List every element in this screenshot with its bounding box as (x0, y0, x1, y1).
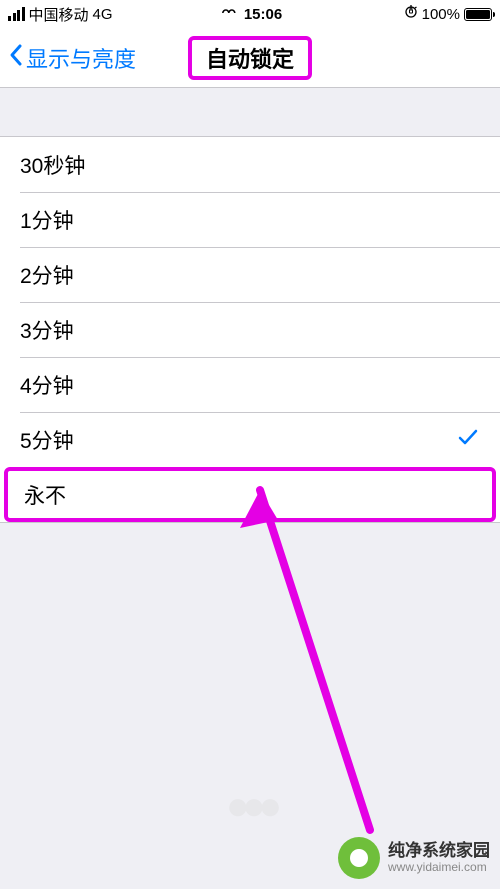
option-row[interactable]: 4分钟 (20, 357, 500, 412)
nav-bar: 显示与亮度 自动锁定 (0, 28, 500, 88)
option-label: 永不 (24, 480, 66, 510)
back-button[interactable]: 显示与亮度 (0, 42, 144, 74)
network-label: 4G (93, 6, 113, 23)
watermark-logo (338, 837, 380, 879)
watermark: 纯净系统家园 www.yidaimei.com (338, 837, 490, 879)
option-label: 2分钟 (20, 260, 74, 290)
nav-title-wrap: 自动锁定 (188, 36, 312, 80)
option-row[interactable]: 1分钟 (20, 192, 500, 247)
carrier-label: 中国移动 (29, 4, 89, 25)
faint-watermark: ●●● (226, 784, 274, 829)
hotspot-icon (218, 6, 238, 23)
options-list: 30秒钟 1分钟 2分钟 3分钟 4分钟 5分钟永不 (0, 136, 500, 523)
option-row[interactable]: 2分钟 (20, 247, 500, 302)
option-label: 5分钟 (20, 425, 74, 455)
option-label: 30秒钟 (20, 150, 85, 180)
watermark-url: www.yidaimei.com (388, 861, 490, 874)
checkmark-icon (456, 425, 480, 455)
orientation-lock-icon (404, 5, 418, 23)
option-row[interactable]: 30秒钟 (0, 137, 500, 192)
option-label: 4分钟 (20, 370, 74, 400)
battery-pct: 100% (422, 6, 460, 23)
status-left: 中国移动 4G (8, 4, 113, 25)
annotation-arrow (230, 470, 390, 850)
status-bar: 中国移动 4G 15:06 100% (0, 0, 500, 28)
signal-icon (8, 7, 25, 21)
option-row[interactable]: 3分钟 (20, 302, 500, 357)
back-label: 显示与亮度 (26, 42, 136, 74)
option-row[interactable]: 永不 (4, 467, 496, 522)
page-title: 自动锁定 (188, 36, 312, 80)
time-label: 15:06 (244, 6, 282, 23)
option-row[interactable]: 5分钟 (20, 412, 500, 467)
option-label: 1分钟 (20, 205, 74, 235)
watermark-title: 纯净系统家园 (388, 842, 490, 861)
status-right: 100% (404, 5, 492, 23)
chevron-left-icon (8, 43, 24, 73)
option-label: 3分钟 (20, 315, 74, 345)
battery-icon (464, 8, 492, 21)
status-center: 15:06 (218, 6, 282, 23)
